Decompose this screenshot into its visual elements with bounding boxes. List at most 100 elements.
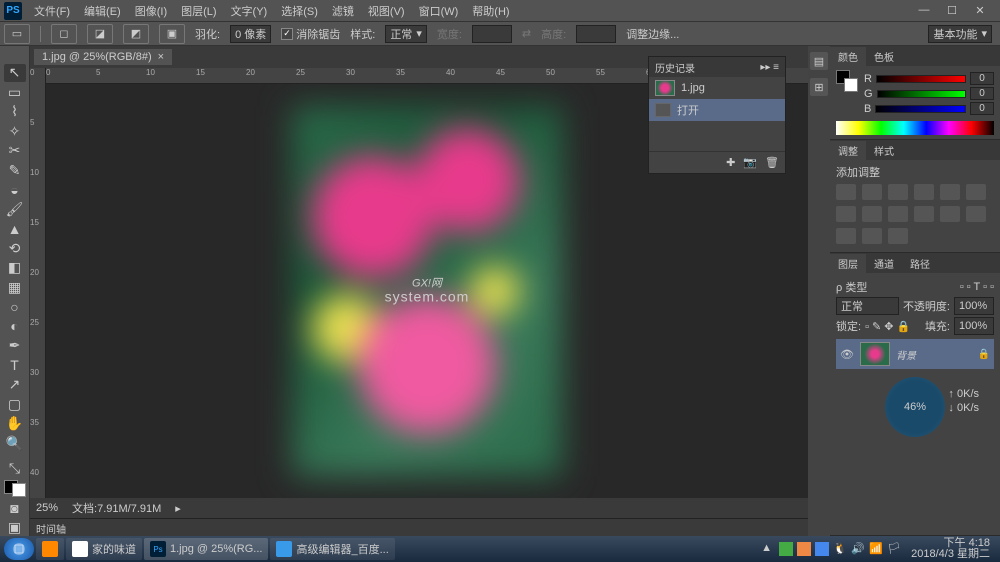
layer-name[interactable]: 背景 xyxy=(896,347,916,362)
menu-filter[interactable]: 滤镜 xyxy=(326,1,360,21)
adj-photo-icon[interactable] xyxy=(862,206,882,222)
close-button[interactable]: ✕ xyxy=(970,4,990,17)
b-value[interactable]: 0 xyxy=(970,102,994,115)
style-dropdown[interactable]: 正常▾ xyxy=(385,25,427,43)
adj-bw-icon[interactable] xyxy=(836,206,856,222)
speed-widget[interactable]: 46% ↑ 0K/s ↓ 0K/s xyxy=(885,377,945,437)
menu-edit[interactable]: 编辑(E) xyxy=(78,1,127,21)
move-tool[interactable]: ↖ xyxy=(4,64,26,82)
history-snapshot-icon[interactable]: 📷 xyxy=(743,156,757,169)
type-tool[interactable]: T xyxy=(4,357,26,375)
history-panel[interactable]: 历史记录 ▸▸ ≡ 1.jpg 打开 ✚ 📷 🗑 xyxy=(648,56,786,174)
start-button[interactable] xyxy=(4,538,34,560)
gradient-tool[interactable]: ▦ xyxy=(4,279,26,297)
screenmode-tool[interactable]: ▣ xyxy=(4,519,26,537)
swap-colors-icon[interactable]: ⤡ xyxy=(4,460,26,478)
tray-icon[interactable]: 🐧 xyxy=(833,542,847,556)
tray-icon[interactable] xyxy=(779,542,793,556)
pen-tool[interactable]: ✒ xyxy=(4,337,26,355)
opacity-input[interactable]: 100% xyxy=(954,297,994,315)
scrollbar-icon[interactable]: ▸ xyxy=(175,502,181,515)
zoom-tool[interactable]: 🔍 xyxy=(4,435,26,453)
adj-brightness-icon[interactable] xyxy=(836,184,856,200)
adj-hue-icon[interactable] xyxy=(966,184,986,200)
adj-gradient-icon[interactable] xyxy=(862,228,882,244)
shape-tool[interactable]: ▢ xyxy=(4,396,26,414)
taskbar-app-photoshop[interactable]: Ps 1.jpg @ 25%(RG... xyxy=(144,538,268,560)
tray-icon[interactable]: 🔊 xyxy=(851,542,865,556)
taskbar-app-2[interactable]: 家的味道 xyxy=(66,538,142,560)
menu-window[interactable]: 窗口(W) xyxy=(413,1,465,21)
eyedropper-tool[interactable]: ✎ xyxy=(4,162,26,180)
eraser-tool[interactable]: ◧ xyxy=(4,259,26,277)
timeline-panel[interactable]: 时间轴 xyxy=(30,518,808,536)
antialias-checkbox[interactable]: 消除锯齿 xyxy=(281,26,340,42)
history-delete-icon[interactable]: 🗑 xyxy=(765,156,779,169)
menu-view[interactable]: 视图(V) xyxy=(362,1,411,21)
ruler-vertical[interactable]: 0510152025303540 xyxy=(30,68,46,498)
menu-help[interactable]: 帮助(H) xyxy=(466,1,515,21)
taskbar-app-ie[interactable]: 高级编辑器_百度... xyxy=(270,538,394,560)
tab-channels[interactable]: 通道 xyxy=(866,254,902,273)
dock-icon-1[interactable]: ▤ xyxy=(810,52,828,70)
menu-select[interactable]: 选择(S) xyxy=(275,1,324,21)
hand-tool[interactable]: ✋ xyxy=(4,415,26,433)
history-source[interactable]: 1.jpg xyxy=(649,77,785,99)
tray-icon[interactable]: 🏳 xyxy=(887,542,901,556)
r-value[interactable]: 0 xyxy=(970,72,994,85)
marquee-new-icon[interactable]: ◻ xyxy=(51,24,77,44)
tab-paths[interactable]: 路径 xyxy=(902,254,938,273)
taskbar-clock[interactable]: 下午 4:18 2018/4/3 星期二 xyxy=(905,538,996,560)
g-slider[interactable] xyxy=(877,90,966,98)
color-spectrum[interactable] xyxy=(836,121,994,135)
healing-tool[interactable]: ◒ xyxy=(4,181,26,199)
visibility-icon[interactable]: 👁 xyxy=(840,348,854,361)
adj-mixer-icon[interactable] xyxy=(888,206,908,222)
tab-styles[interactable]: 样式 xyxy=(866,141,902,160)
brush-tool[interactable]: 🖌 xyxy=(4,201,26,219)
path-tool[interactable]: ↗ xyxy=(4,376,26,394)
dodge-tool[interactable]: ◐ xyxy=(4,318,26,336)
crop-tool[interactable]: ✂ xyxy=(4,142,26,160)
tab-layers[interactable]: 图层 xyxy=(830,254,866,273)
adj-poster-icon[interactable] xyxy=(966,206,986,222)
b-slider[interactable] xyxy=(875,105,966,113)
r-slider[interactable] xyxy=(876,75,966,83)
tray-icon[interactable]: ▲ xyxy=(761,542,775,556)
menu-type[interactable]: 文字(Y) xyxy=(225,1,274,21)
history-step[interactable]: 打开 xyxy=(649,99,785,121)
adj-curves-icon[interactable] xyxy=(888,184,908,200)
maximize-button[interactable]: ☐ xyxy=(942,4,962,17)
document-tab[interactable]: 1.jpg @ 25%(RGB/8#) × xyxy=(34,49,172,65)
doc-info[interactable]: 文档:7.91M/7.91M xyxy=(72,500,161,516)
tab-close-icon[interactable]: × xyxy=(158,51,164,63)
panel-menu-icon[interactable]: ▸▸ ≡ xyxy=(760,62,779,73)
refine-edge-button[interactable]: 调整边缘... xyxy=(626,26,679,42)
tab-swatches[interactable]: 色板 xyxy=(866,47,902,66)
blend-mode-dropdown[interactable]: 正常 xyxy=(836,297,899,315)
taskbar-app-1[interactable] xyxy=(36,538,64,560)
marquee-tool[interactable]: ▭ xyxy=(4,84,26,102)
tray-icon[interactable]: 📶 xyxy=(869,542,883,556)
feather-input[interactable]: 0 像素 xyxy=(230,25,271,43)
history-new-icon[interactable]: ✚ xyxy=(726,156,735,169)
tray-icon[interactable] xyxy=(797,542,811,556)
adj-selective-icon[interactable] xyxy=(888,228,908,244)
tray-icon[interactable] xyxy=(815,542,829,556)
g-value[interactable]: 0 xyxy=(970,87,994,100)
fill-input[interactable]: 100% xyxy=(954,317,994,335)
menu-image[interactable]: 图像(I) xyxy=(129,1,173,21)
workspace-switcher[interactable]: 基本功能▾ xyxy=(928,25,992,43)
minimize-button[interactable]: — xyxy=(914,4,934,17)
color-picker[interactable] xyxy=(4,480,26,498)
adj-levels-icon[interactable] xyxy=(862,184,882,200)
stamp-tool[interactable]: ▲ xyxy=(4,220,26,238)
wand-tool[interactable]: ✧ xyxy=(4,123,26,141)
menu-layer[interactable]: 图层(L) xyxy=(175,1,222,21)
bg-swatch[interactable] xyxy=(844,78,858,92)
zoom-level[interactable]: 25% xyxy=(36,502,58,514)
blur-tool[interactable]: ○ xyxy=(4,298,26,316)
tab-color[interactable]: 颜色 xyxy=(830,47,866,66)
tool-preset-icon[interactable]: ▭ xyxy=(4,24,30,44)
lasso-tool[interactable]: ⌇ xyxy=(4,103,26,121)
